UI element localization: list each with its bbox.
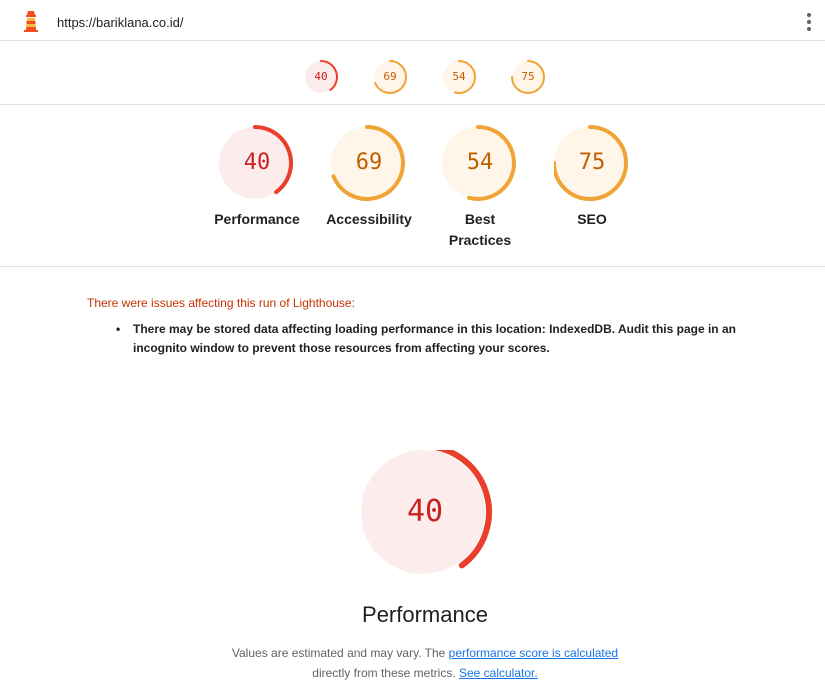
mini-gauge-accessibility[interactable]: 69 (372, 59, 408, 95)
gauge-performance[interactable]: 40 Performance (197, 125, 317, 230)
see-calculator-link[interactable]: See calculator. (459, 666, 538, 680)
lighthouse-logo-icon (24, 11, 38, 32)
mini-gauge-seo[interactable]: 75 (510, 59, 546, 95)
description-text-2: directly from these metrics. (312, 666, 459, 680)
performance-gauge-large[interactable]: 40 (355, 450, 495, 574)
mini-score-performance: 40 (314, 70, 328, 83)
performance-description: Values are estimated and may vary. The p… (0, 643, 825, 680)
performance-section-title: Performance (362, 602, 488, 627)
gauge-ring-accessibility: 69 (331, 125, 407, 201)
run-warning-item: • There may be stored data affecting loa… (116, 320, 756, 358)
mini-score-seo: 75 (521, 70, 535, 83)
gauge-label-line: Best (464, 211, 496, 227)
gauge-ring-performance: 40 (219, 125, 295, 201)
mini-score-best-practices: 54 (452, 70, 466, 83)
performance-score-link[interactable]: performance score is calculated (449, 646, 618, 660)
gauge-ring-best-practices: 54 (442, 125, 518, 201)
run-warnings-list: • There may be stored data affecting loa… (116, 320, 756, 358)
top-bar: https://bariklana.co.id/ (0, 0, 825, 41)
score-summary: 40 Performance 69 Accessibility 54 Best Practi… (0, 105, 825, 267)
report-url[interactable]: https://bariklana.co.id/ (57, 15, 183, 30)
gauge-label-performance: Performance (214, 211, 300, 227)
description-text: Values are estimated and may vary. The (231, 646, 449, 660)
run-warning-text: There may be stored data affecting loadi… (133, 322, 736, 355)
score-best-practices: 54 (466, 150, 494, 175)
gauge-label-accessibility: Accessibility (326, 211, 412, 227)
kebab-menu-icon[interactable] (802, 12, 816, 32)
gauge-seo[interactable]: 75 SEO (532, 125, 652, 230)
gauge-label-best-practices: Best Practices (420, 209, 540, 251)
score-accessibility: 69 (355, 150, 383, 175)
performance-score-large: 40 (406, 494, 444, 529)
gauge-accessibility[interactable]: 69 Accessibility (309, 125, 429, 230)
mini-gauge-best-practices[interactable]: 54 (441, 59, 477, 95)
bullet-icon: • (116, 322, 121, 336)
gauge-best-practices[interactable]: 54 Best Practices (420, 125, 540, 251)
sticky-score-header: 40 69 54 75 (0, 41, 825, 105)
score-performance: 40 (243, 150, 271, 175)
run-warnings-title: There were issues affecting this run of … (87, 296, 355, 310)
score-seo: 75 (578, 150, 606, 175)
gauge-label-seo: SEO (577, 211, 607, 227)
gauge-ring-seo: 75 (554, 125, 630, 201)
mini-gauge-performance[interactable]: 40 (303, 59, 339, 95)
gauge-label-line: Practices (448, 232, 512, 248)
mini-score-accessibility: 69 (383, 70, 397, 83)
